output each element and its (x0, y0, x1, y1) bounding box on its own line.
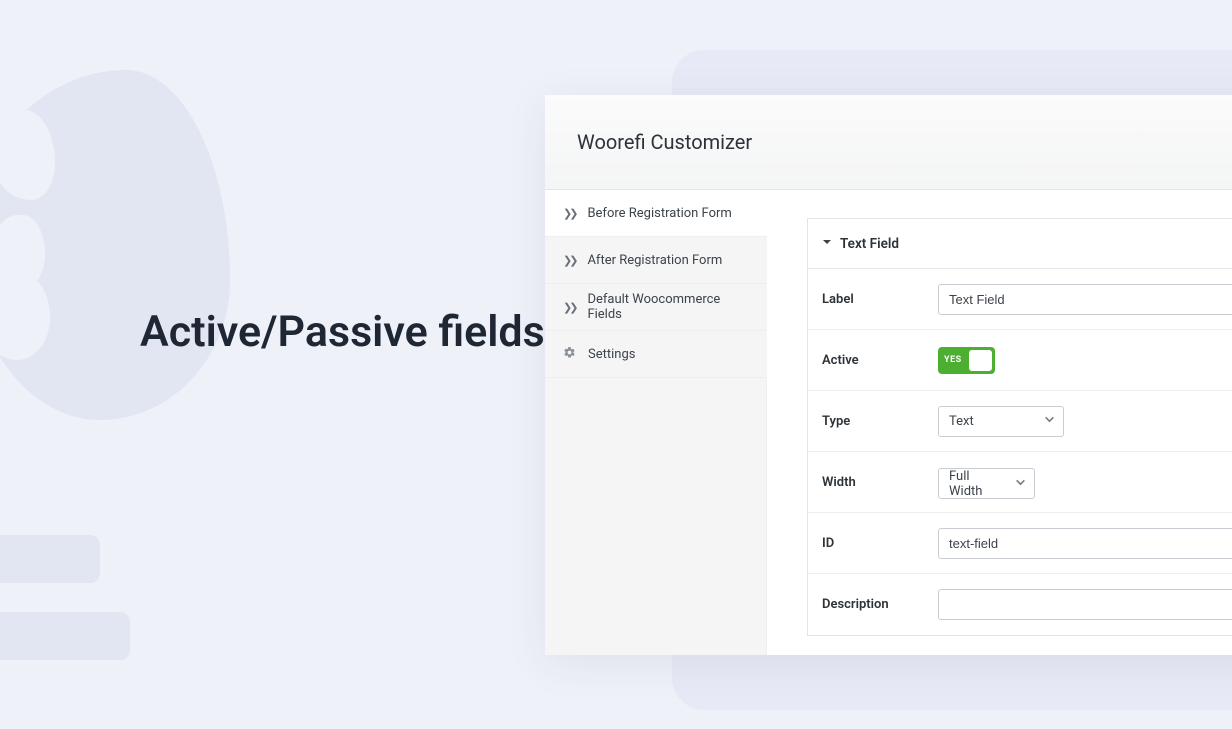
type-select[interactable]: Text (938, 406, 1064, 437)
gear-icon (563, 346, 576, 363)
select-value: Text (949, 414, 974, 429)
chevrons-icon: ❯❯ (563, 207, 575, 220)
panel-header[interactable]: Text Field (808, 219, 1232, 269)
id-input[interactable] (938, 528, 1232, 559)
select-value: Full Width (949, 469, 1006, 499)
field-label: Description (822, 597, 938, 612)
label-input[interactable] (938, 284, 1232, 315)
sidebar: ❯❯ Before Registration Form ❯❯ After Reg… (545, 190, 767, 655)
window-title: Woorefi Customizer (577, 130, 752, 154)
page-headline: Active/Passive fields. (140, 300, 557, 365)
sidebar-filler (545, 378, 767, 655)
headline-text: Active/Passive fields. (140, 300, 557, 365)
panel-title: Text Field (840, 236, 899, 252)
window-titlebar: Woorefi Customizer (545, 95, 1232, 190)
sidebar-item-default-woocommerce[interactable]: ❯❯ Default Woocommerce Fields (545, 284, 767, 331)
chevrons-icon: ❯❯ (563, 301, 575, 314)
row-active: Active YES (808, 330, 1232, 391)
field-label: Label (822, 292, 938, 307)
row-width: Width Full Width (808, 452, 1232, 513)
field-panel: Text Field Label Active YES (807, 218, 1232, 636)
background-leaf-shape (0, 70, 230, 420)
toggle-text: YES (944, 355, 962, 365)
chevron-down-icon (822, 237, 832, 250)
sidebar-item-label: Before Registration Form (587, 206, 731, 221)
sidebar-item-label: Default Woocommerce Fields (587, 292, 749, 322)
content-pane: Text Field Label Active YES (767, 190, 1232, 655)
row-id: ID (808, 513, 1232, 574)
sidebar-item-settings[interactable]: Settings (545, 331, 767, 378)
chevrons-icon: ❯❯ (563, 254, 575, 267)
field-label: Type (822, 414, 938, 429)
sidebar-item-label: Settings (588, 347, 635, 362)
active-toggle[interactable]: YES (938, 347, 995, 374)
window-body: ❯❯ Before Registration Form ❯❯ After Reg… (545, 190, 1232, 655)
background-bar-2 (0, 612, 130, 660)
description-input[interactable] (938, 589, 1232, 620)
field-label: Active (822, 353, 938, 368)
chevron-down-icon (1015, 476, 1026, 491)
sidebar-item-label: After Registration Form (587, 253, 722, 268)
row-description: Description (808, 574, 1232, 635)
width-select[interactable]: Full Width (938, 468, 1035, 499)
background-bar-1 (0, 535, 100, 583)
toggle-knob (969, 350, 992, 371)
row-label: Label (808, 269, 1232, 330)
row-type: Type Text (808, 391, 1232, 452)
chevron-down-icon (1044, 414, 1055, 429)
field-label: Width (822, 475, 938, 490)
field-label: ID (822, 536, 938, 551)
customizer-window: Woorefi Customizer ❯❯ Before Registratio… (545, 95, 1232, 655)
sidebar-item-before-registration[interactable]: ❯❯ Before Registration Form (545, 190, 767, 237)
sidebar-item-after-registration[interactable]: ❯❯ After Registration Form (545, 237, 767, 284)
